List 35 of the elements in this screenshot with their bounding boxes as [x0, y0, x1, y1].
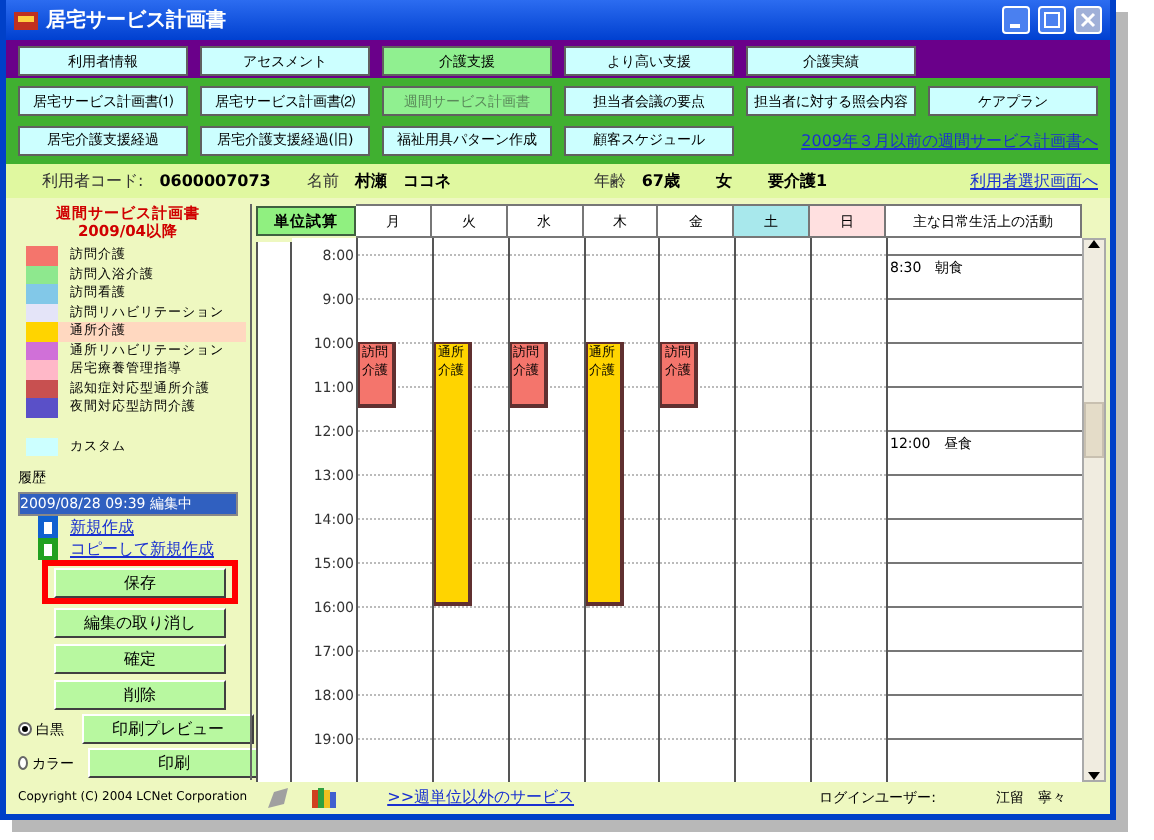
care-level: 要介護1 [767, 170, 828, 192]
age-label: 年齢 [593, 170, 626, 192]
service-event-part[interactable] [660, 386, 699, 408]
scroll-down-icon[interactable] [1088, 772, 1100, 780]
name-label: 名前 [306, 170, 339, 192]
scrollbar[interactable] [1082, 238, 1106, 782]
scroll-up-icon[interactable] [1088, 240, 1100, 248]
user-code: 0600007073 [159, 172, 271, 190]
service-event-part[interactable] [585, 584, 624, 606]
maximize-button[interactable] [1038, 6, 1066, 34]
new-plan-link[interactable]: コピーして新規作成 [70, 538, 214, 560]
maximize-icon [1044, 12, 1060, 28]
action-button[interactable]: 印刷 [88, 748, 260, 778]
action-button[interactable]: 確定 [54, 643, 226, 673]
action-button[interactable]: 削除 [54, 679, 226, 709]
user-name: 村瀬 ココネ [354, 170, 451, 192]
service-event-part[interactable] [433, 584, 472, 606]
document-icon [38, 538, 58, 560]
action-button[interactable]: 編集の取り消し [54, 607, 226, 637]
app-icon [14, 8, 38, 32]
radio-icon[interactable] [18, 722, 32, 736]
user-select-link[interactable]: 利用者選択画面へ [970, 170, 1098, 192]
scroll-thumb[interactable] [1084, 402, 1104, 458]
user-age: 67歳 [641, 170, 680, 192]
books-icon[interactable] [311, 787, 336, 807]
other-services-link[interactable]: >>週単位以外のサービス [387, 786, 575, 808]
radio-icon[interactable] [18, 756, 28, 770]
new-plan-link[interactable]: 新規作成 [70, 516, 134, 538]
code-label: 利用者コード: [42, 170, 144, 192]
action-button[interactable]: 保存 [54, 567, 226, 597]
minimize-button[interactable] [1002, 6, 1030, 34]
user-sex: 女 [715, 170, 732, 192]
window-title: 居宅サービス計画書 [46, 6, 228, 34]
close-icon [1080, 12, 1096, 28]
action-button[interactable]: 印刷プレビュー [82, 714, 254, 744]
